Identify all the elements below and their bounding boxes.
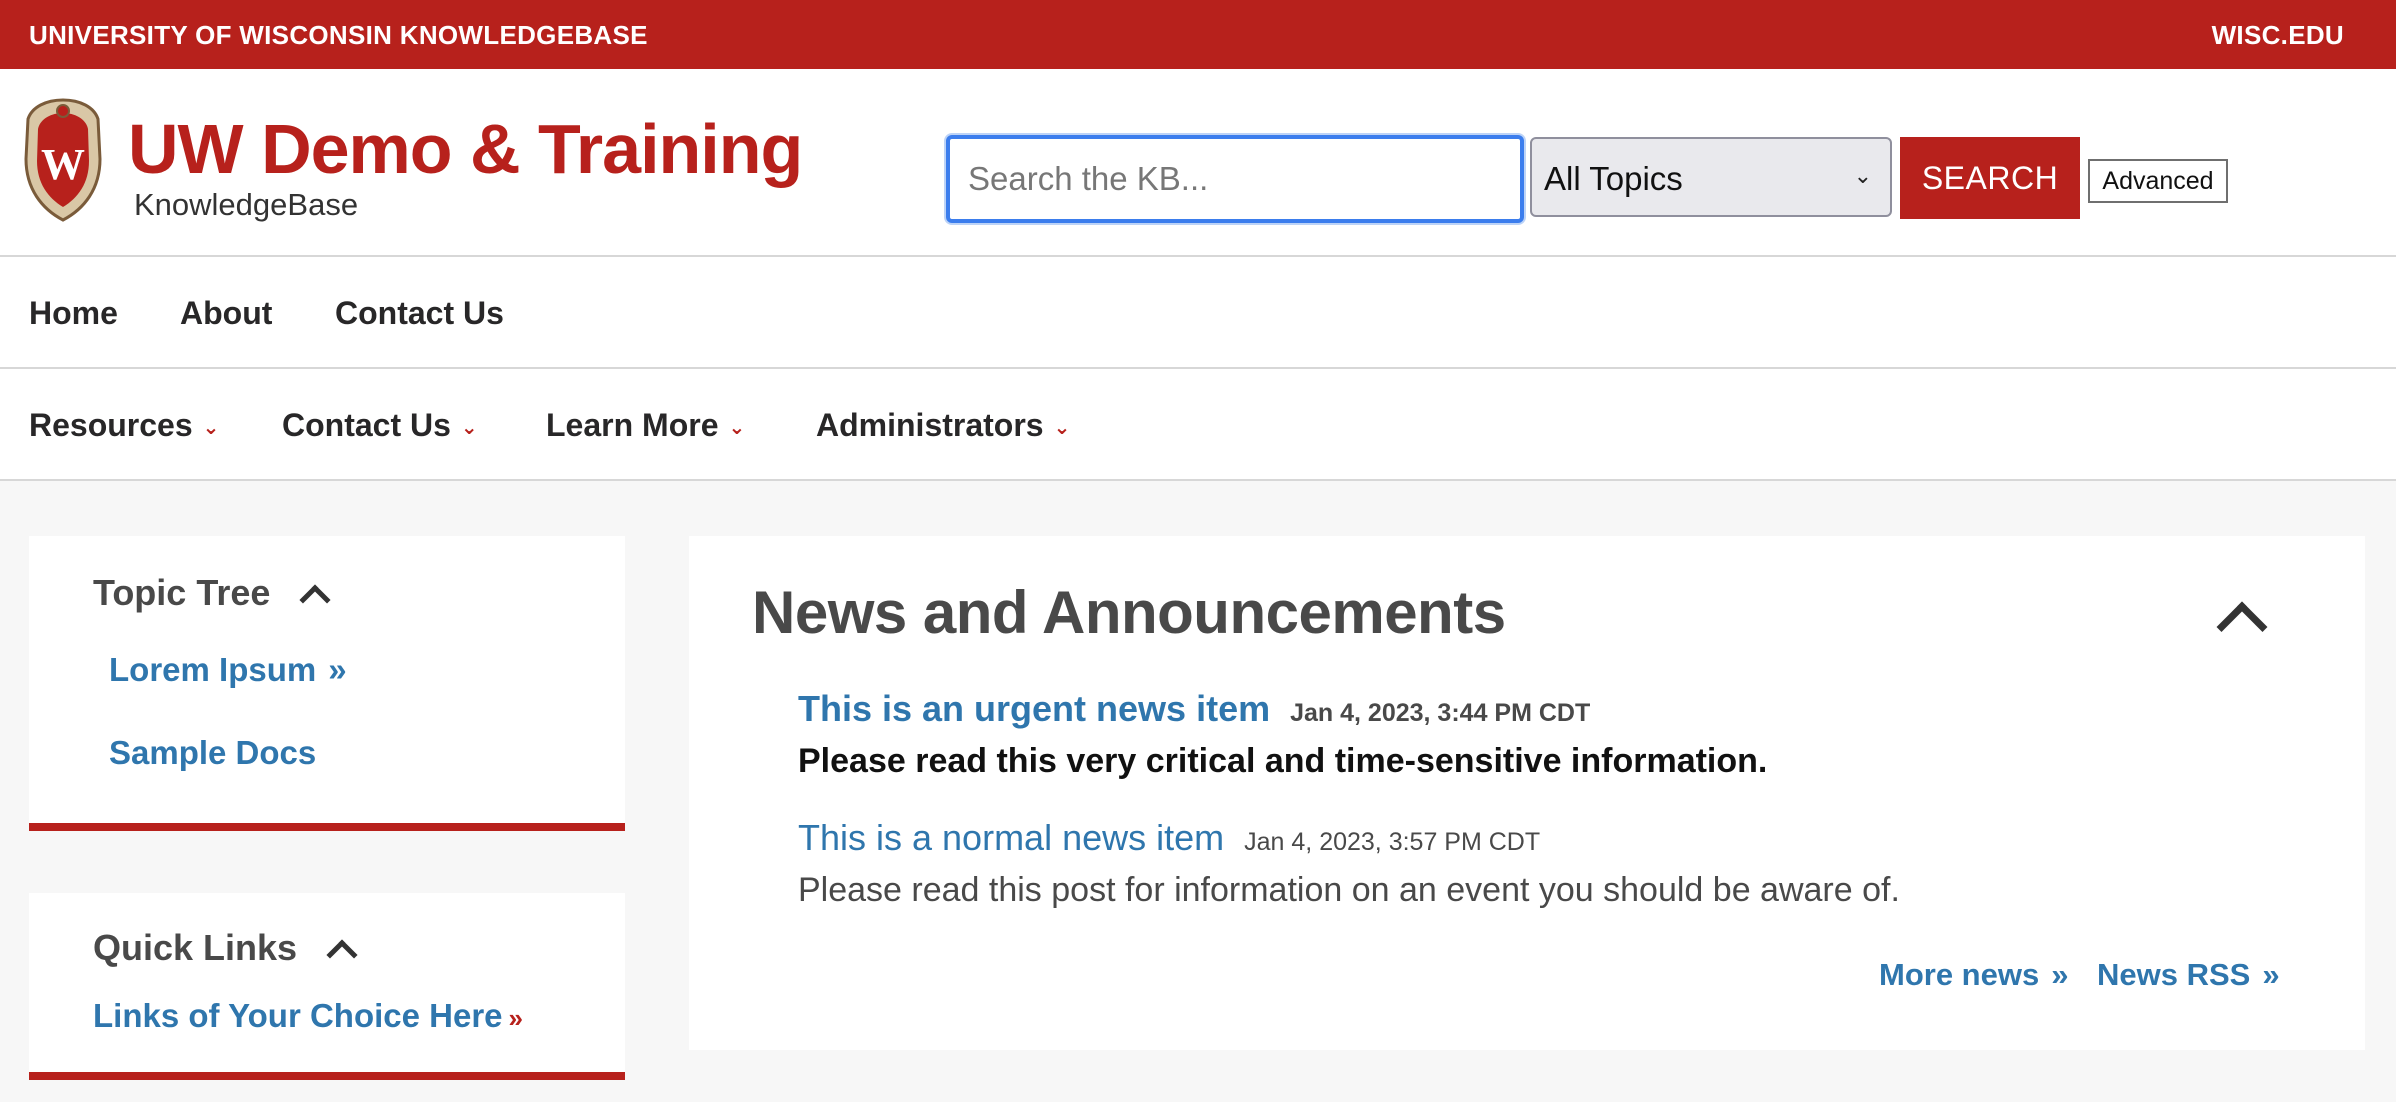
nav-resources-label: Resources bbox=[29, 407, 193, 443]
site-subtitle: KnowledgeBase bbox=[134, 187, 359, 222]
news-item-body: Please read this very critical and time-… bbox=[798, 742, 1768, 780]
nav-administrators[interactable]: Administrators ⌄ bbox=[816, 407, 1070, 444]
crest-letter: W bbox=[41, 140, 85, 189]
topic-lorem-ipsum-label: Lorem Ipsum bbox=[109, 651, 317, 688]
news-item-title[interactable]: This is an urgent news item bbox=[798, 688, 1270, 729]
nav-home[interactable]: Home bbox=[29, 295, 118, 332]
chevron-down-icon: ⌄ bbox=[202, 417, 220, 439]
chevron-up-icon[interactable] bbox=[2216, 601, 2268, 653]
quick-links-panel: Quick Links Links of Your Choice Here» bbox=[29, 893, 625, 1080]
nav-contact-us[interactable]: Contact Us bbox=[335, 295, 504, 332]
more-news-link[interactable]: More news » bbox=[1879, 957, 2068, 993]
topic-select[interactable]: All Topics ⌄ bbox=[1530, 137, 1892, 217]
search-input[interactable] bbox=[946, 135, 1524, 223]
university-bar: UNIVERSITY OF WISCONSIN KNOWLEDGEBASE WI… bbox=[0, 0, 2396, 69]
news-rss-label: News RSS bbox=[2097, 957, 2251, 992]
quick-links-heading[interactable]: Quick Links bbox=[93, 927, 358, 971]
news-item-title[interactable]: This is a normal news item bbox=[798, 817, 1224, 858]
nav-learn-more-label: Learn More bbox=[546, 407, 719, 443]
double-chevron-right-icon: » bbox=[2051, 957, 2069, 992]
primary-nav: Home About Contact Us bbox=[0, 257, 2396, 369]
secondary-nav: Resources ⌄ Contact Us ⌄ Learn More ⌄ Admin… bbox=[0, 369, 2396, 481]
news-item-date: Jan 4, 2023, 3:57 PM CDT bbox=[1244, 828, 1541, 856]
uw-crest-icon[interactable]: W bbox=[22, 97, 104, 223]
chevron-down-icon: ⌄ bbox=[728, 417, 746, 439]
nav-resources[interactable]: Resources ⌄ bbox=[29, 407, 219, 444]
search-button[interactable]: SEARCH bbox=[1900, 137, 2080, 219]
topic-tree-heading-label: Topic Tree bbox=[93, 572, 271, 613]
topic-lorem-ipsum[interactable]: Lorem Ipsum » bbox=[109, 651, 347, 689]
nav-contact-us-label: Contact Us bbox=[282, 407, 451, 443]
more-news-label: More news bbox=[1879, 957, 2040, 992]
chevron-up-icon[interactable] bbox=[326, 939, 358, 971]
topic-sample-docs[interactable]: Sample Docs bbox=[109, 734, 316, 772]
chevron-up-icon[interactable] bbox=[299, 584, 331, 616]
topic-tree-heading[interactable]: Topic Tree bbox=[93, 572, 331, 616]
chevron-down-icon: ⌄ bbox=[1053, 417, 1071, 439]
news-item-body: Please read this post for information on… bbox=[798, 871, 1900, 909]
chevron-down-icon: ⌄ bbox=[460, 417, 478, 439]
quick-links-heading-label: Quick Links bbox=[93, 927, 298, 968]
nav-about[interactable]: About bbox=[180, 295, 272, 332]
topic-select-value: All Topics bbox=[1544, 160, 1683, 197]
site-header: W UW Demo & Training KnowledgeBase All T… bbox=[0, 69, 2396, 257]
news-rss-link[interactable]: News RSS » bbox=[2097, 957, 2280, 993]
chevron-down-icon: ⌄ bbox=[1853, 163, 1872, 188]
news-panel: News and Announcements This is an urgent… bbox=[689, 536, 2365, 1050]
double-chevron-right-icon: » bbox=[508, 1003, 524, 1033]
nav-learn-more[interactable]: Learn More ⌄ bbox=[546, 407, 745, 444]
nav-contact-us-menu[interactable]: Contact Us ⌄ bbox=[282, 407, 478, 444]
topic-tree-panel: Topic Tree Lorem Ipsum » Sample Docs bbox=[29, 536, 625, 831]
site-title[interactable]: UW Demo & Training bbox=[128, 109, 803, 189]
advanced-search-button[interactable]: Advanced bbox=[2088, 159, 2228, 203]
quick-link-label: Links of Your Choice Here bbox=[93, 997, 503, 1034]
double-chevron-right-icon: » bbox=[2262, 957, 2280, 992]
nav-administrators-label: Administrators bbox=[816, 407, 1044, 443]
news-item-date: Jan 4, 2023, 3:44 PM CDT bbox=[1290, 699, 1591, 727]
quick-link-item[interactable]: Links of Your Choice Here» bbox=[93, 997, 523, 1035]
news-item-urgent: This is an urgent news item Jan 4, 2023, … bbox=[798, 688, 1590, 730]
university-link[interactable]: UNIVERSITY OF WISCONSIN KNOWLEDGEBASE bbox=[29, 20, 648, 51]
news-heading: News and Announcements bbox=[752, 579, 1506, 646]
wisc-edu-link[interactable]: WISC.EDU bbox=[2212, 20, 2344, 51]
news-item-normal: This is a normal news item Jan 4, 2023, 3… bbox=[798, 817, 1540, 859]
double-chevron-right-icon: » bbox=[328, 651, 347, 688]
